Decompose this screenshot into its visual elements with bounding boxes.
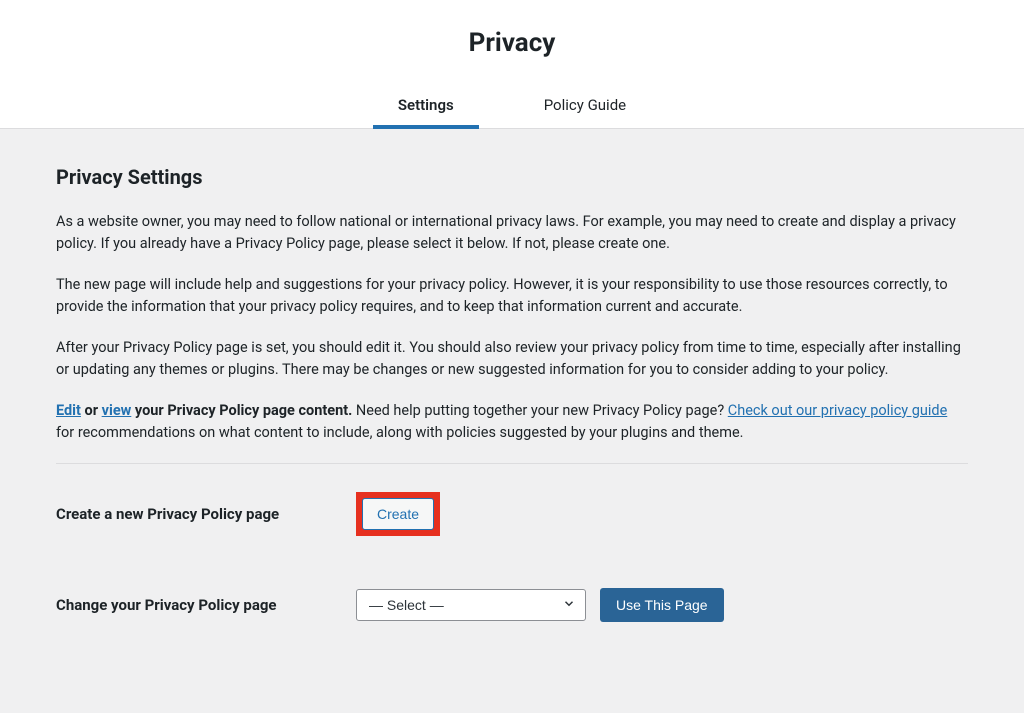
view-link[interactable]: view xyxy=(102,402,132,419)
create-row: Create a new Privacy Policy page Create xyxy=(56,492,968,536)
edit-view-paragraph: Edit or view your Privacy Policy page co… xyxy=(56,400,968,445)
change-label: Change your Privacy Policy page xyxy=(56,596,316,614)
intro-paragraph-1: As a website owner, you may need to foll… xyxy=(56,211,968,256)
section-title: Privacy Settings xyxy=(56,165,968,189)
tab-policy-guide[interactable]: Policy Guide xyxy=(544,86,626,128)
content-text: your Privacy Policy page content. xyxy=(131,402,352,419)
or-text: or xyxy=(81,402,102,419)
use-this-page-button[interactable]: Use This Page xyxy=(600,588,724,622)
create-highlight: Create xyxy=(356,492,440,536)
divider xyxy=(56,463,968,464)
create-button[interactable]: Create xyxy=(362,498,434,530)
help-text: Need help putting together your new Priv… xyxy=(352,402,727,419)
policy-guide-link[interactable]: Check out our privacy policy guide xyxy=(728,402,948,419)
tab-bar: Settings Policy Guide xyxy=(0,86,1024,128)
page-select[interactable]: — Select — xyxy=(356,589,586,621)
page-title: Privacy xyxy=(0,28,1024,58)
tab-settings[interactable]: Settings xyxy=(398,86,454,128)
change-row: Change your Privacy Policy page — Select… xyxy=(56,588,968,622)
edit-link[interactable]: Edit xyxy=(56,402,81,419)
intro-paragraph-3: After your Privacy Policy page is set, y… xyxy=(56,337,968,382)
create-label: Create a new Privacy Policy page xyxy=(56,505,316,523)
intro-paragraph-2: The new page will include help and sugge… xyxy=(56,274,968,319)
recommendations-text: for recommendations on what content to i… xyxy=(56,424,743,441)
